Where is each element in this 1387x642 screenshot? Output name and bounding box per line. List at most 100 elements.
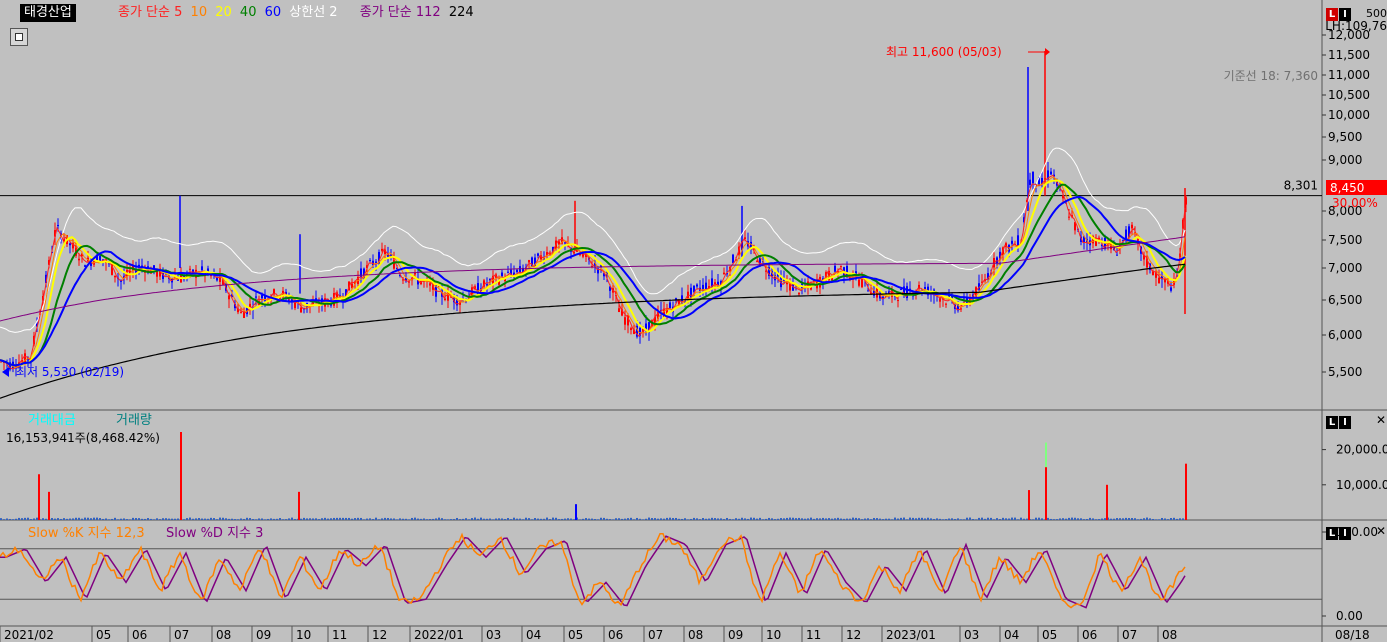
volume-bar [924,518,926,520]
volume-bar [741,517,743,520]
ma-prefix: 종가 단순 [118,5,170,20]
volume-bar [1137,519,1139,520]
volume-bar [183,519,185,520]
ichimoku-baseline-label: 기준선 18: 7,360 [1224,69,1318,83]
volume-bar [1152,518,1154,520]
volume-bar [1092,518,1094,520]
stoch-panel-li-icon[interactable]: LI [1326,525,1352,540]
volume-bar [1140,518,1142,520]
volume-bar [102,518,104,520]
volume-bar [87,517,89,520]
volume-bar [207,518,209,520]
volume-bar [972,519,974,520]
candle-body [444,298,446,300]
candle-body [537,253,539,256]
volume-bar [798,517,800,520]
volume-bar [963,519,965,520]
volume-bar [78,517,80,520]
volume-bar [264,519,266,520]
volume-bar [471,518,473,520]
stoch-panel-close-icon[interactable]: ✕ [1376,525,1387,538]
volume-bar [993,519,995,520]
volume-panel-li-icon[interactable]: LI [1326,414,1352,429]
volume-bar [906,519,908,520]
volume-bar [186,518,188,520]
volume-bar [525,517,527,520]
volume-bar [609,519,611,520]
volume-bar [912,517,914,520]
candle-body [369,259,371,261]
candle-body [300,307,302,313]
volume-bar [537,518,539,520]
volume-bar [861,519,863,520]
volume-bar [408,519,410,520]
volume-bar [1038,517,1040,520]
volume-y-tick-label: 10,000.0 [1336,478,1387,492]
volume-bar [345,517,347,520]
volume-bar [933,518,935,520]
volume-bar [45,518,47,520]
volume-bar [765,518,767,520]
chart-toggle-button[interactable] [10,28,28,46]
volume-bar [684,518,686,520]
volume-bar [591,518,593,520]
x-axis-label: 03 [486,628,501,642]
volume-bar [384,517,386,520]
volume-bar [1056,519,1058,520]
volume-bar [528,518,530,520]
volume-spike [48,491,50,520]
volume-bar [135,518,137,520]
volume-bar [96,517,98,520]
volume-bar [1017,519,1019,520]
volume-bar [174,518,176,520]
volume-bar [1134,518,1136,520]
x-axis-label: 12 [372,628,387,642]
volume-bar [393,518,395,520]
volume-bar [612,519,614,520]
stock-name-label[interactable]: 태경산업 [20,4,76,22]
volume-bar [1011,517,1013,520]
volume-bar [1119,518,1121,520]
volume-bar [543,518,545,520]
candle-body [516,269,518,272]
volume-bar [891,519,893,520]
volume-bar [153,519,155,520]
volume-bar [432,518,434,520]
volume-bar [660,518,662,520]
volume-bar [636,517,638,520]
volume-bar [849,518,851,520]
volume-bar [681,518,683,520]
x-axis-label: 05 [568,628,583,642]
volume-bar [1167,519,1169,520]
volume-bar [75,517,77,520]
volume-bar [1095,519,1097,520]
volume-bar [1179,518,1181,520]
candle-body [1170,287,1172,291]
volume-bar [843,518,845,520]
volume-bar [804,518,806,520]
volume-bar [195,518,197,520]
volume-bar [372,519,374,520]
candle-body [57,225,59,227]
volume-bar [948,518,950,520]
volume-bar [294,519,296,520]
volume-bar [1155,519,1157,520]
current-pct-label: 30.00% [1332,196,1378,210]
volume-bar [1059,518,1061,520]
price-panel-li-icon[interactable]: LI [1326,6,1352,21]
volume-bar [813,518,815,520]
volume-bar [897,518,899,520]
volume-bar [819,518,821,520]
volume-bar [411,517,413,520]
volume-bar [672,518,674,520]
volume-bar [717,518,719,520]
volume-bar [693,517,695,520]
volume-label-qty: 거래량 [116,413,152,428]
volume-spike [298,491,300,520]
candle-body [189,268,191,270]
volume-bar [240,518,242,520]
price-y-tick-label: 9,000 [1328,153,1362,167]
candle-body [1116,254,1118,256]
volume-panel-close-icon[interactable]: ✕ [1376,414,1387,427]
volume-bar [867,518,869,520]
